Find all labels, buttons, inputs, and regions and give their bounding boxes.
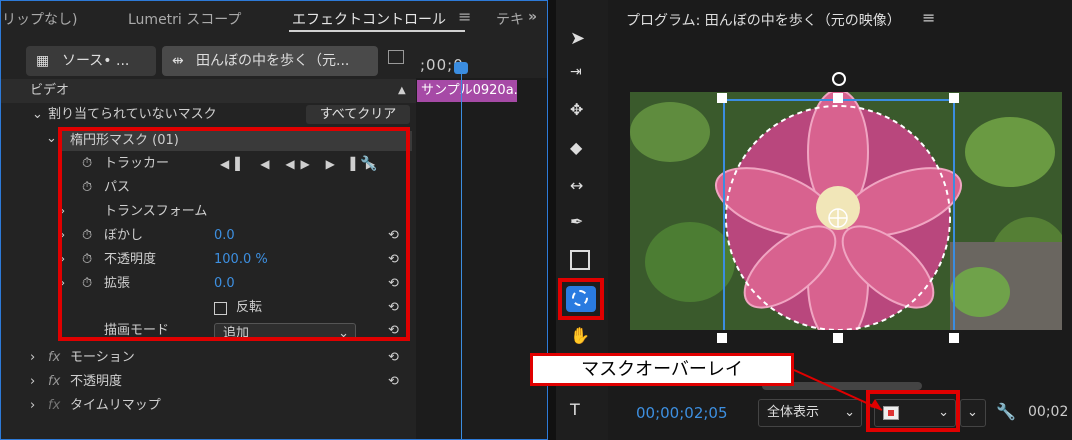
mask-handle-tr[interactable] (949, 93, 959, 103)
rectangle-tool-icon[interactable] (570, 250, 590, 270)
mask-handle-top[interactable] (833, 93, 843, 103)
slip-tool-icon[interactable]: ↔ (570, 176, 592, 198)
video-frame[interactable] (630, 92, 1062, 330)
track-select-icon[interactable]: ⇥ (570, 64, 592, 86)
mask-handle-br[interactable] (949, 333, 959, 343)
pen-tool-icon[interactable]: ✒ (570, 212, 592, 234)
chevron-down-icon: ⌄ (938, 405, 949, 420)
rotate-handle[interactable] (832, 72, 846, 86)
overlay-options-dropdown[interactable]: ⌄ (960, 399, 986, 427)
selection-tool-icon[interactable]: ➤ (570, 28, 592, 50)
duration-timecode: 00;02 (1028, 404, 1069, 420)
annotation-arrow (793, 369, 883, 411)
program-timecode[interactable]: 00;00;02;05 (636, 404, 728, 422)
ellipse-tool-button[interactable] (566, 286, 596, 312)
mask-handle-tl[interactable] (717, 93, 727, 103)
panel-menu-icon[interactable]: ≡ (922, 8, 935, 27)
hand-tool-icon[interactable]: ✋ (570, 326, 592, 348)
text-tool-icon[interactable]: T (570, 400, 592, 422)
mask-handle-bl[interactable] (717, 333, 727, 343)
razor-tool-icon[interactable]: ◆ (570, 138, 592, 160)
video-frame-art (630, 92, 1062, 330)
ellipse-tool-icon (572, 290, 588, 306)
panel-focus-border (0, 0, 548, 440)
program-title: プログラム: 田んぼの中を歩く（元の映像） (626, 13, 901, 29)
ripple-edit-icon[interactable]: ✥ (570, 100, 592, 122)
chevron-down-icon: ⌄ (967, 405, 978, 420)
mask-handle-bottom[interactable] (833, 333, 843, 343)
annotation-callout: マスクオーバーレイ (530, 353, 794, 386)
wrench-icon[interactable]: 🔧 (996, 402, 1016, 421)
